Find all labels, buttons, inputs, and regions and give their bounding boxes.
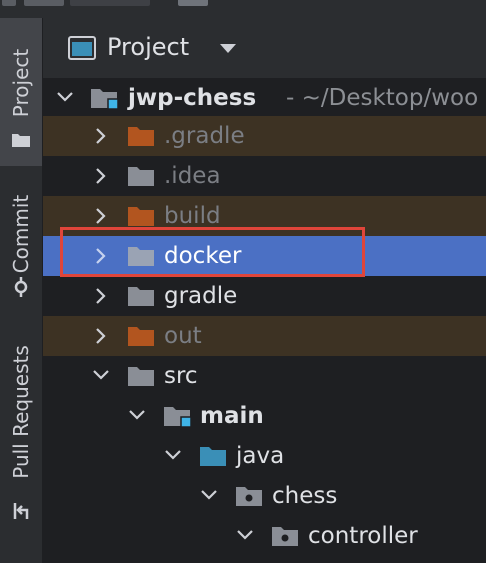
sidebar-tab-commit[interactable]: Commit <box>0 178 42 318</box>
excluded-folder-icon <box>128 327 154 346</box>
sidebar-tab-pull-requests[interactable]: Pull Requests <box>0 336 42 536</box>
excluded-folder-icon <box>128 207 154 226</box>
project-view-title[interactable]: Project <box>107 32 189 62</box>
tree-row-out[interactable]: out <box>43 316 486 356</box>
tree-row-label: .idea <box>164 163 221 189</box>
tree-row-gradle[interactable]: gradle <box>43 276 486 316</box>
pull-request-icon <box>13 503 29 519</box>
title-fragment <box>24 0 64 6</box>
package-icon <box>236 487 262 506</box>
tree-row-label: .gradle <box>164 123 245 149</box>
tree-row-main[interactable]: main <box>43 396 486 436</box>
chevron-right-icon[interactable] <box>89 116 113 156</box>
tree-row-chess[interactable]: chess <box>43 476 486 516</box>
tree-row-path: - ~/Desktop/woo <box>286 85 479 111</box>
tree-row-label: controller <box>308 523 418 549</box>
tree-row-java[interactable]: java <box>43 436 486 476</box>
tree-row-partial <box>305 558 345 563</box>
tree-row-controller[interactable]: controller <box>43 516 486 556</box>
tree-row-jwp-chess[interactable]: jwp-chess - ~/Desktop/woo <box>43 78 486 118</box>
folder-icon <box>128 167 154 186</box>
chevron-down-icon[interactable] <box>197 476 221 516</box>
project-tree: jwp-chess - ~/Desktop/woo .gradle .idea … <box>43 78 486 563</box>
tree-row-label: jwp-chess <box>128 85 257 111</box>
source-root-icon <box>200 447 226 466</box>
highlight-annotation-box <box>60 227 365 277</box>
module-folder-icon <box>91 89 118 110</box>
chevron-down-icon[interactable] <box>125 396 149 436</box>
commit-icon <box>14 277 28 297</box>
tree-row-label: out <box>164 323 202 349</box>
caret-down-icon[interactable] <box>219 42 237 54</box>
tree-row-label: java <box>236 443 285 469</box>
tree-row-label: gradle <box>164 283 238 309</box>
sidebar-tab-label: Project <box>9 48 33 118</box>
module-folder-icon <box>164 407 191 428</box>
title-bar-fragment <box>0 0 486 18</box>
tool-window-sidebar: Project Commit Pull Requests <box>0 18 43 563</box>
title-fragment <box>178 0 208 6</box>
chevron-down-icon[interactable] <box>233 516 257 556</box>
folder-icon <box>12 134 30 147</box>
chevron-right-icon[interactable] <box>89 316 113 356</box>
folder-icon <box>128 287 154 306</box>
chevron-down-icon[interactable] <box>161 436 185 476</box>
sidebar-tab-project[interactable]: Project <box>0 18 42 166</box>
title-fragment <box>2 0 16 6</box>
package-icon <box>272 527 298 546</box>
tree-row-label: src <box>164 363 198 389</box>
project-header: Project <box>43 18 486 78</box>
excluded-folder-icon <box>128 127 154 146</box>
chevron-down-icon[interactable] <box>89 356 113 396</box>
folder-icon <box>128 367 154 386</box>
tree-row-src[interactable]: src <box>43 356 486 396</box>
tree-row-label: chess <box>272 483 338 509</box>
project-window-icon <box>68 36 96 60</box>
title-fragment <box>70 0 150 6</box>
sidebar-tab-label: Pull Requests <box>9 345 33 479</box>
sidebar-tab-label: Commit <box>9 194 33 274</box>
chevron-right-icon[interactable] <box>89 156 113 196</box>
tree-row-label: build <box>164 203 221 229</box>
tree-row-idea[interactable]: .idea <box>43 156 486 196</box>
chevron-right-icon[interactable] <box>89 276 113 316</box>
chevron-down-icon[interactable] <box>53 78 77 118</box>
tree-row-gradle-hidden[interactable]: .gradle <box>43 116 486 156</box>
tree-row-label: main <box>200 403 264 429</box>
